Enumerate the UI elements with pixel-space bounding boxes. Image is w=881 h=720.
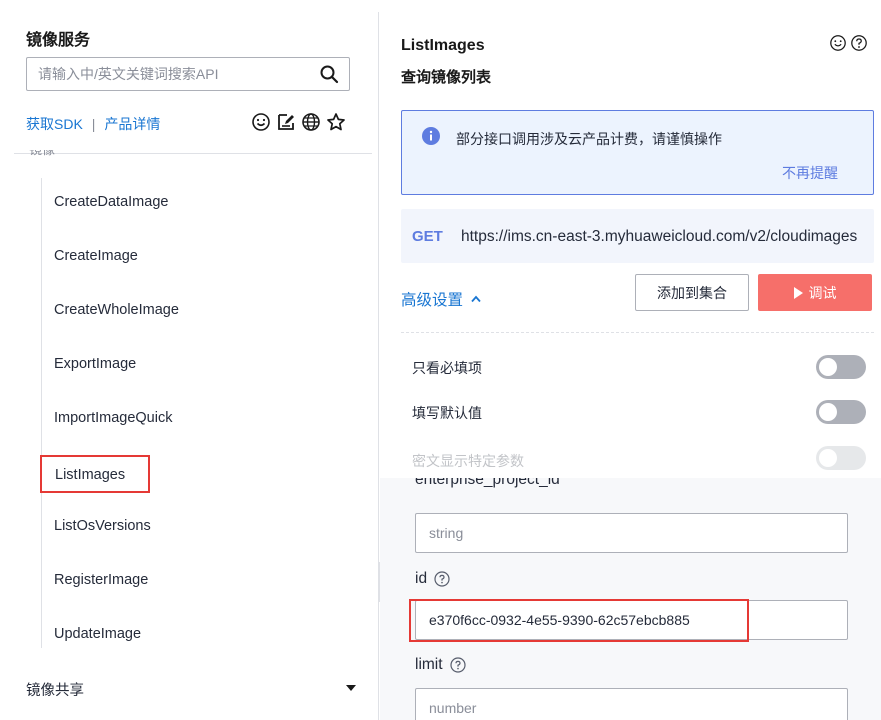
request-url: https://ims.cn-east-3.myhuaweicloud.com/… bbox=[461, 228, 858, 245]
api-name-title: ListImages bbox=[401, 37, 485, 54]
api-item-updateimage[interactable]: UpdateImage bbox=[54, 626, 141, 642]
info-icon bbox=[422, 127, 440, 145]
param-label-clipped: enterprise_project_id bbox=[415, 478, 560, 488]
api-sidebar: 镜像服务 获取SDK | 产品详情 bbox=[0, 0, 378, 720]
get-sdk-link[interactable]: 获取SDK bbox=[26, 114, 83, 134]
param-id-label: id bbox=[415, 570, 450, 588]
sidebar-group-label-clipped: 镜像 bbox=[29, 150, 89, 158]
dismiss-notice-link[interactable]: 不再提醒 bbox=[782, 163, 838, 183]
http-method-badge: GET bbox=[412, 228, 443, 245]
help-icon[interactable] bbox=[449, 657, 466, 673]
api-search-box bbox=[26, 57, 350, 91]
product-details-link[interactable]: 产品详情 bbox=[104, 114, 160, 134]
api-description: 查询镜像列表 bbox=[401, 69, 492, 86]
service-title: 镜像服务 bbox=[26, 32, 91, 49]
smile-icon[interactable] bbox=[251, 112, 271, 132]
billing-notice: 部分接口调用涉及云产品计费，请谨慎操作 不再提醒 bbox=[401, 110, 874, 195]
sidebar-links: 获取SDK | 产品详情 bbox=[26, 114, 160, 134]
api-item-importimagequick[interactable]: ImportImageQuick bbox=[54, 410, 172, 426]
caret-down-icon[interactable] bbox=[346, 685, 356, 691]
star-icon[interactable] bbox=[326, 112, 346, 132]
request-url-bar: GET https://ims.cn-east-3.myhuaweicloud.… bbox=[401, 209, 874, 263]
play-icon bbox=[793, 286, 803, 299]
advanced-settings-label: 高级设置 bbox=[401, 292, 464, 309]
option-mask-params-label: 密文显示特定参数 bbox=[412, 453, 524, 469]
help-icon[interactable] bbox=[434, 571, 450, 587]
option-fill-defaults-label: 填写默认值 bbox=[412, 405, 482, 421]
option-required-only-label: 只看必填项 bbox=[412, 360, 482, 376]
request-params-form: enterprise_project_id id limit bbox=[380, 478, 881, 720]
param-limit-label: limit bbox=[415, 656, 466, 674]
sidebar-toolbar bbox=[251, 112, 346, 132]
advanced-settings-toggle[interactable]: 高级设置 bbox=[401, 288, 481, 310]
tree-guide-line bbox=[41, 178, 42, 648]
panel-divider bbox=[378, 12, 379, 720]
dashed-divider bbox=[401, 332, 874, 333]
notice-message: 部分接口调用涉及云产品计费，请谨慎操作 bbox=[456, 131, 722, 147]
search-icon[interactable] bbox=[319, 64, 339, 84]
limit-input[interactable] bbox=[415, 688, 848, 720]
api-item-listosversions[interactable]: ListOsVersions bbox=[54, 518, 151, 534]
api-detail-panel: ListImages 查询镜像列表 部分接口调用涉及云产品计费，请谨慎操作 不再… bbox=[380, 0, 881, 720]
link-separator: | bbox=[91, 116, 96, 132]
api-item-registerimage[interactable]: RegisterImage bbox=[54, 572, 148, 588]
api-item-listimages[interactable]: ListImages bbox=[40, 455, 150, 493]
mask-params-toggle bbox=[816, 446, 866, 470]
debug-button[interactable]: 调试 bbox=[758, 274, 872, 311]
param-id-label-text: id bbox=[415, 570, 428, 587]
api-item-createimage[interactable]: CreateImage bbox=[54, 248, 138, 264]
smile-icon[interactable] bbox=[829, 34, 847, 52]
param-limit-label-text: limit bbox=[415, 656, 443, 673]
edit-icon[interactable] bbox=[276, 112, 296, 132]
globe-icon[interactable] bbox=[301, 112, 321, 132]
detail-toolbar bbox=[829, 34, 868, 52]
add-to-collection-button[interactable]: 添加到集合 bbox=[635, 274, 749, 311]
api-item-exportimage[interactable]: ExportImage bbox=[54, 356, 136, 372]
chevron-up-icon bbox=[471, 295, 481, 303]
sidebar-group-image-sharing[interactable]: 镜像共享 bbox=[26, 679, 84, 700]
fill-defaults-toggle[interactable] bbox=[816, 400, 866, 424]
enterprise-project-id-input[interactable] bbox=[415, 513, 848, 553]
debug-button-label: 调试 bbox=[808, 284, 837, 301]
required-only-toggle[interactable] bbox=[816, 355, 866, 379]
id-input[interactable] bbox=[415, 600, 848, 640]
api-item-createwholeimage[interactable]: CreateWholeImage bbox=[54, 302, 179, 318]
help-icon[interactable] bbox=[850, 34, 868, 52]
api-search-input[interactable] bbox=[27, 58, 297, 90]
api-item-createdataimage[interactable]: CreateDataImage bbox=[54, 194, 168, 210]
